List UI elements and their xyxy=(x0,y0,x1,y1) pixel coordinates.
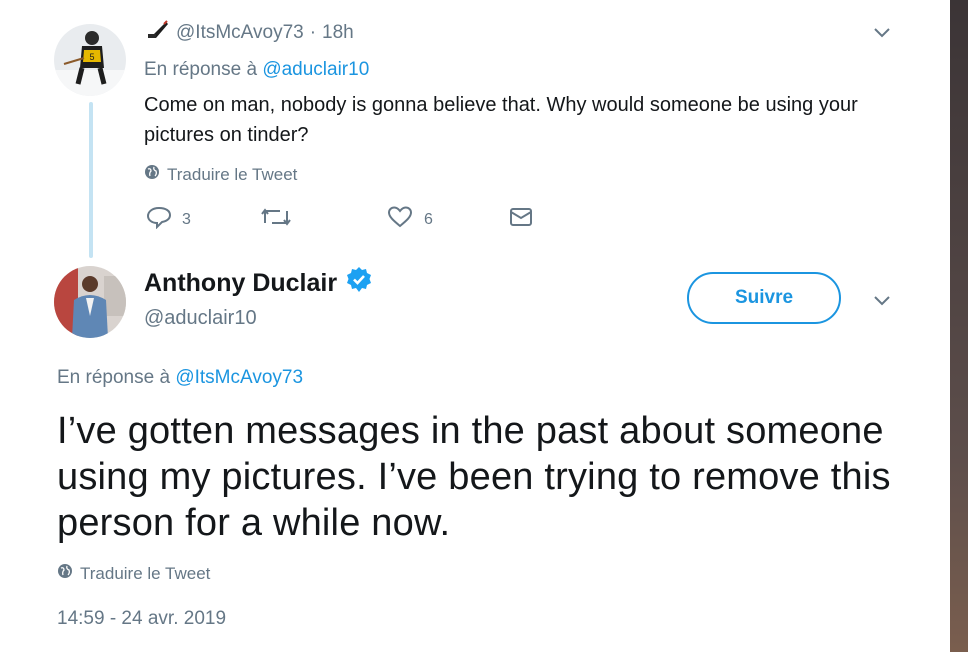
heart-icon xyxy=(386,205,414,234)
reply-translate-link[interactable]: Traduire le Tweet xyxy=(144,164,297,185)
main-translate-link[interactable]: Traduire le Tweet xyxy=(57,563,210,584)
like-action[interactable]: 6 xyxy=(386,205,433,234)
in-reply-to-link[interactable]: @ItsMcAvoy73 xyxy=(175,367,303,388)
reply-tweet-time[interactable]: 18h xyxy=(322,22,354,44)
verified-badge-icon xyxy=(345,266,373,301)
follow-button[interactable]: Suivre xyxy=(687,272,841,324)
in-reply-to-link[interactable]: @aduclair10 xyxy=(262,59,369,80)
avatar-aduclair10[interactable] xyxy=(54,266,126,338)
reply-tweet-text: Come on man, nobody is gonna believe tha… xyxy=(144,94,858,146)
author-handle[interactable]: @aduclair10 xyxy=(144,307,257,330)
hockey-stick-icon xyxy=(146,20,170,46)
svg-text:5: 5 xyxy=(89,52,94,62)
author-name-row: Anthony Duclair xyxy=(144,266,373,301)
avatar-itsmcavoy73[interactable]: 5 xyxy=(54,24,126,96)
globe-icon xyxy=(144,164,160,185)
reply-tweet-chevron-down-icon[interactable] xyxy=(873,26,891,45)
reply-icon xyxy=(146,205,172,234)
in-reply-to-label: En réponse à xyxy=(144,59,258,80)
reply-tweet-in-reply-to: En réponse à @aduclair10 xyxy=(144,59,369,81)
main-tweet-text: I’ve gotten messages in the past about s… xyxy=(57,410,891,544)
direct-message-action[interactable] xyxy=(508,205,534,234)
retweet-action[interactable] xyxy=(260,205,292,234)
globe-icon xyxy=(57,563,73,584)
retweet-icon xyxy=(260,205,292,234)
tweet-card: 5 @ItsMcAvoy73 · 18h En réponse à @aducl… xyxy=(0,0,950,652)
author-name[interactable]: Anthony Duclair xyxy=(144,269,337,298)
reply-author-handle[interactable]: @ItsMcAvoy73 xyxy=(176,22,304,44)
mail-icon xyxy=(508,205,534,234)
tweet-timestamp[interactable]: 14:59 - 24 avr. 2019 xyxy=(57,608,226,630)
translate-label: Traduire le Tweet xyxy=(167,164,298,184)
main-tweet-in-reply-to: En réponse à @ItsMcAvoy73 xyxy=(57,367,303,389)
in-reply-to-label: En réponse à xyxy=(57,367,171,388)
translate-label: Traduire le Tweet xyxy=(80,563,211,583)
reply-count: 3 xyxy=(182,210,191,228)
reply-tweet-header: @ItsMcAvoy73 · 18h xyxy=(146,20,354,46)
main-tweet-chevron-down-icon[interactable] xyxy=(873,294,891,313)
like-count: 6 xyxy=(424,210,433,228)
reply-action[interactable]: 3 xyxy=(146,205,191,234)
separator-dot: · xyxy=(309,22,317,43)
thread-line xyxy=(89,102,93,258)
background-edge xyxy=(950,0,968,652)
